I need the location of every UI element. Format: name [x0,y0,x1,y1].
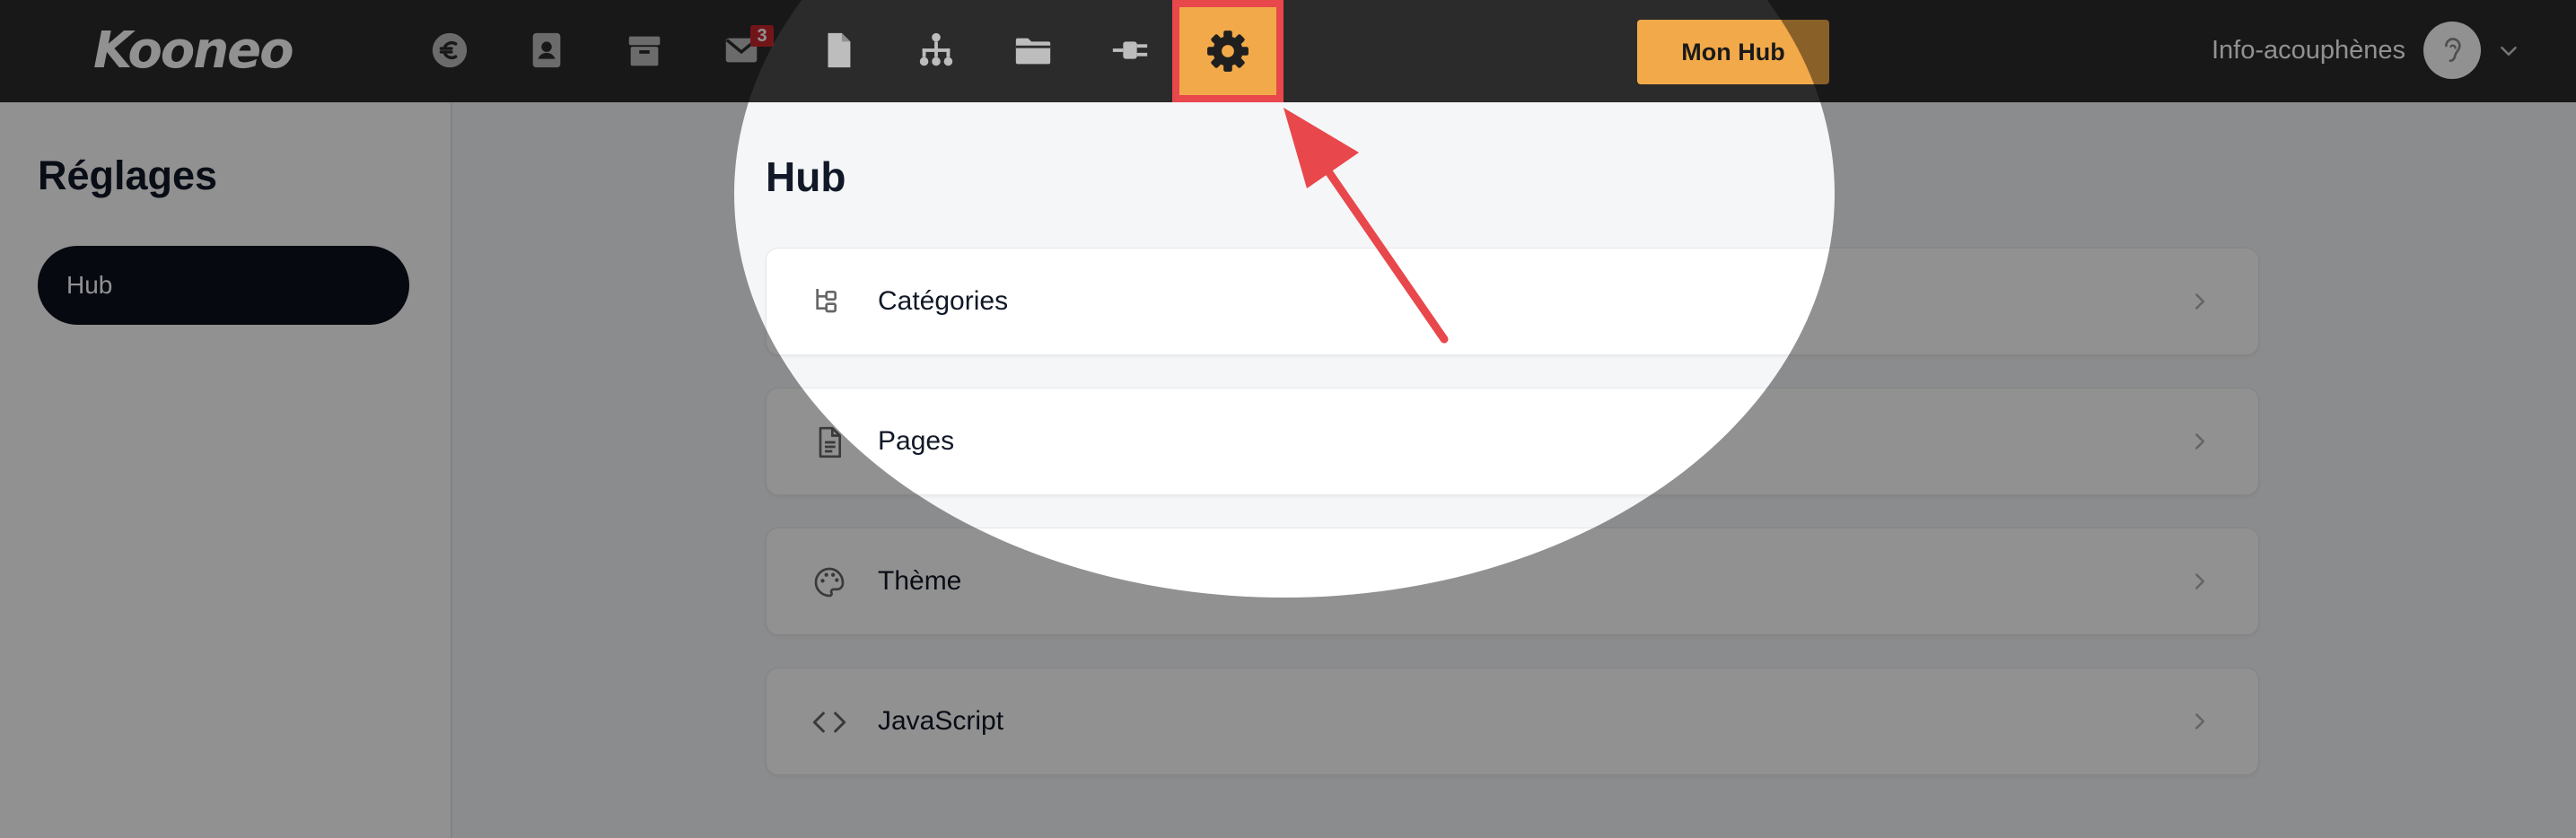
contacts-icon[interactable] [523,27,570,74]
sidebar-item-hub[interactable]: Hub [38,246,409,325]
mon-hub-button[interactable]: Mon Hub [1637,20,1829,84]
theme-card[interactable]: Thème [766,528,2259,635]
euro-icon[interactable] [426,27,473,74]
sidebar-title: Réglages [38,153,218,198]
chevron-right-icon [2195,293,2204,310]
category-tree-icon [816,289,837,313]
categories-card[interactable]: Catégories [766,248,2259,355]
sitemap-icon[interactable] [913,27,959,74]
chevron-down-icon[interactable] [2495,38,2522,65]
kooneo-logo[interactable]: Kooneo [93,22,294,80]
code-brackets-icon [812,711,846,733]
chevron-right-icon [2195,713,2204,729]
card-label: Catégories [878,286,1009,316]
document-icon[interactable] [815,27,862,74]
page-document-icon [819,426,841,458]
account-name[interactable]: Info-acouphènes [2212,36,2405,65]
card-label: Pages [878,426,955,456]
javascript-card[interactable]: JavaScript [766,668,2259,775]
top-navigation-bar: Kooneo 3 Mon Hub Info-acouphènes [0,0,2576,102]
folder-icon[interactable] [1010,27,1056,74]
pages-card[interactable]: Pages [766,388,2259,495]
chevron-right-icon [2195,573,2204,589]
products-icon[interactable] [621,27,668,74]
card-label: JavaScript [878,706,1004,736]
chevron-right-icon [2195,433,2204,450]
sidebar-item-label: Hub [66,271,113,299]
page-title: Hub [766,153,846,200]
ear-icon[interactable] [2423,22,2481,79]
mail-count-badge: 3 [750,25,774,47]
settings-gear-icon[interactable] [1172,0,1284,102]
card-label: Thème [878,566,962,596]
palette-icon [814,567,845,598]
plugin-icon[interactable] [1107,27,1153,74]
settings-sidebar: Réglages Hub [0,102,452,838]
